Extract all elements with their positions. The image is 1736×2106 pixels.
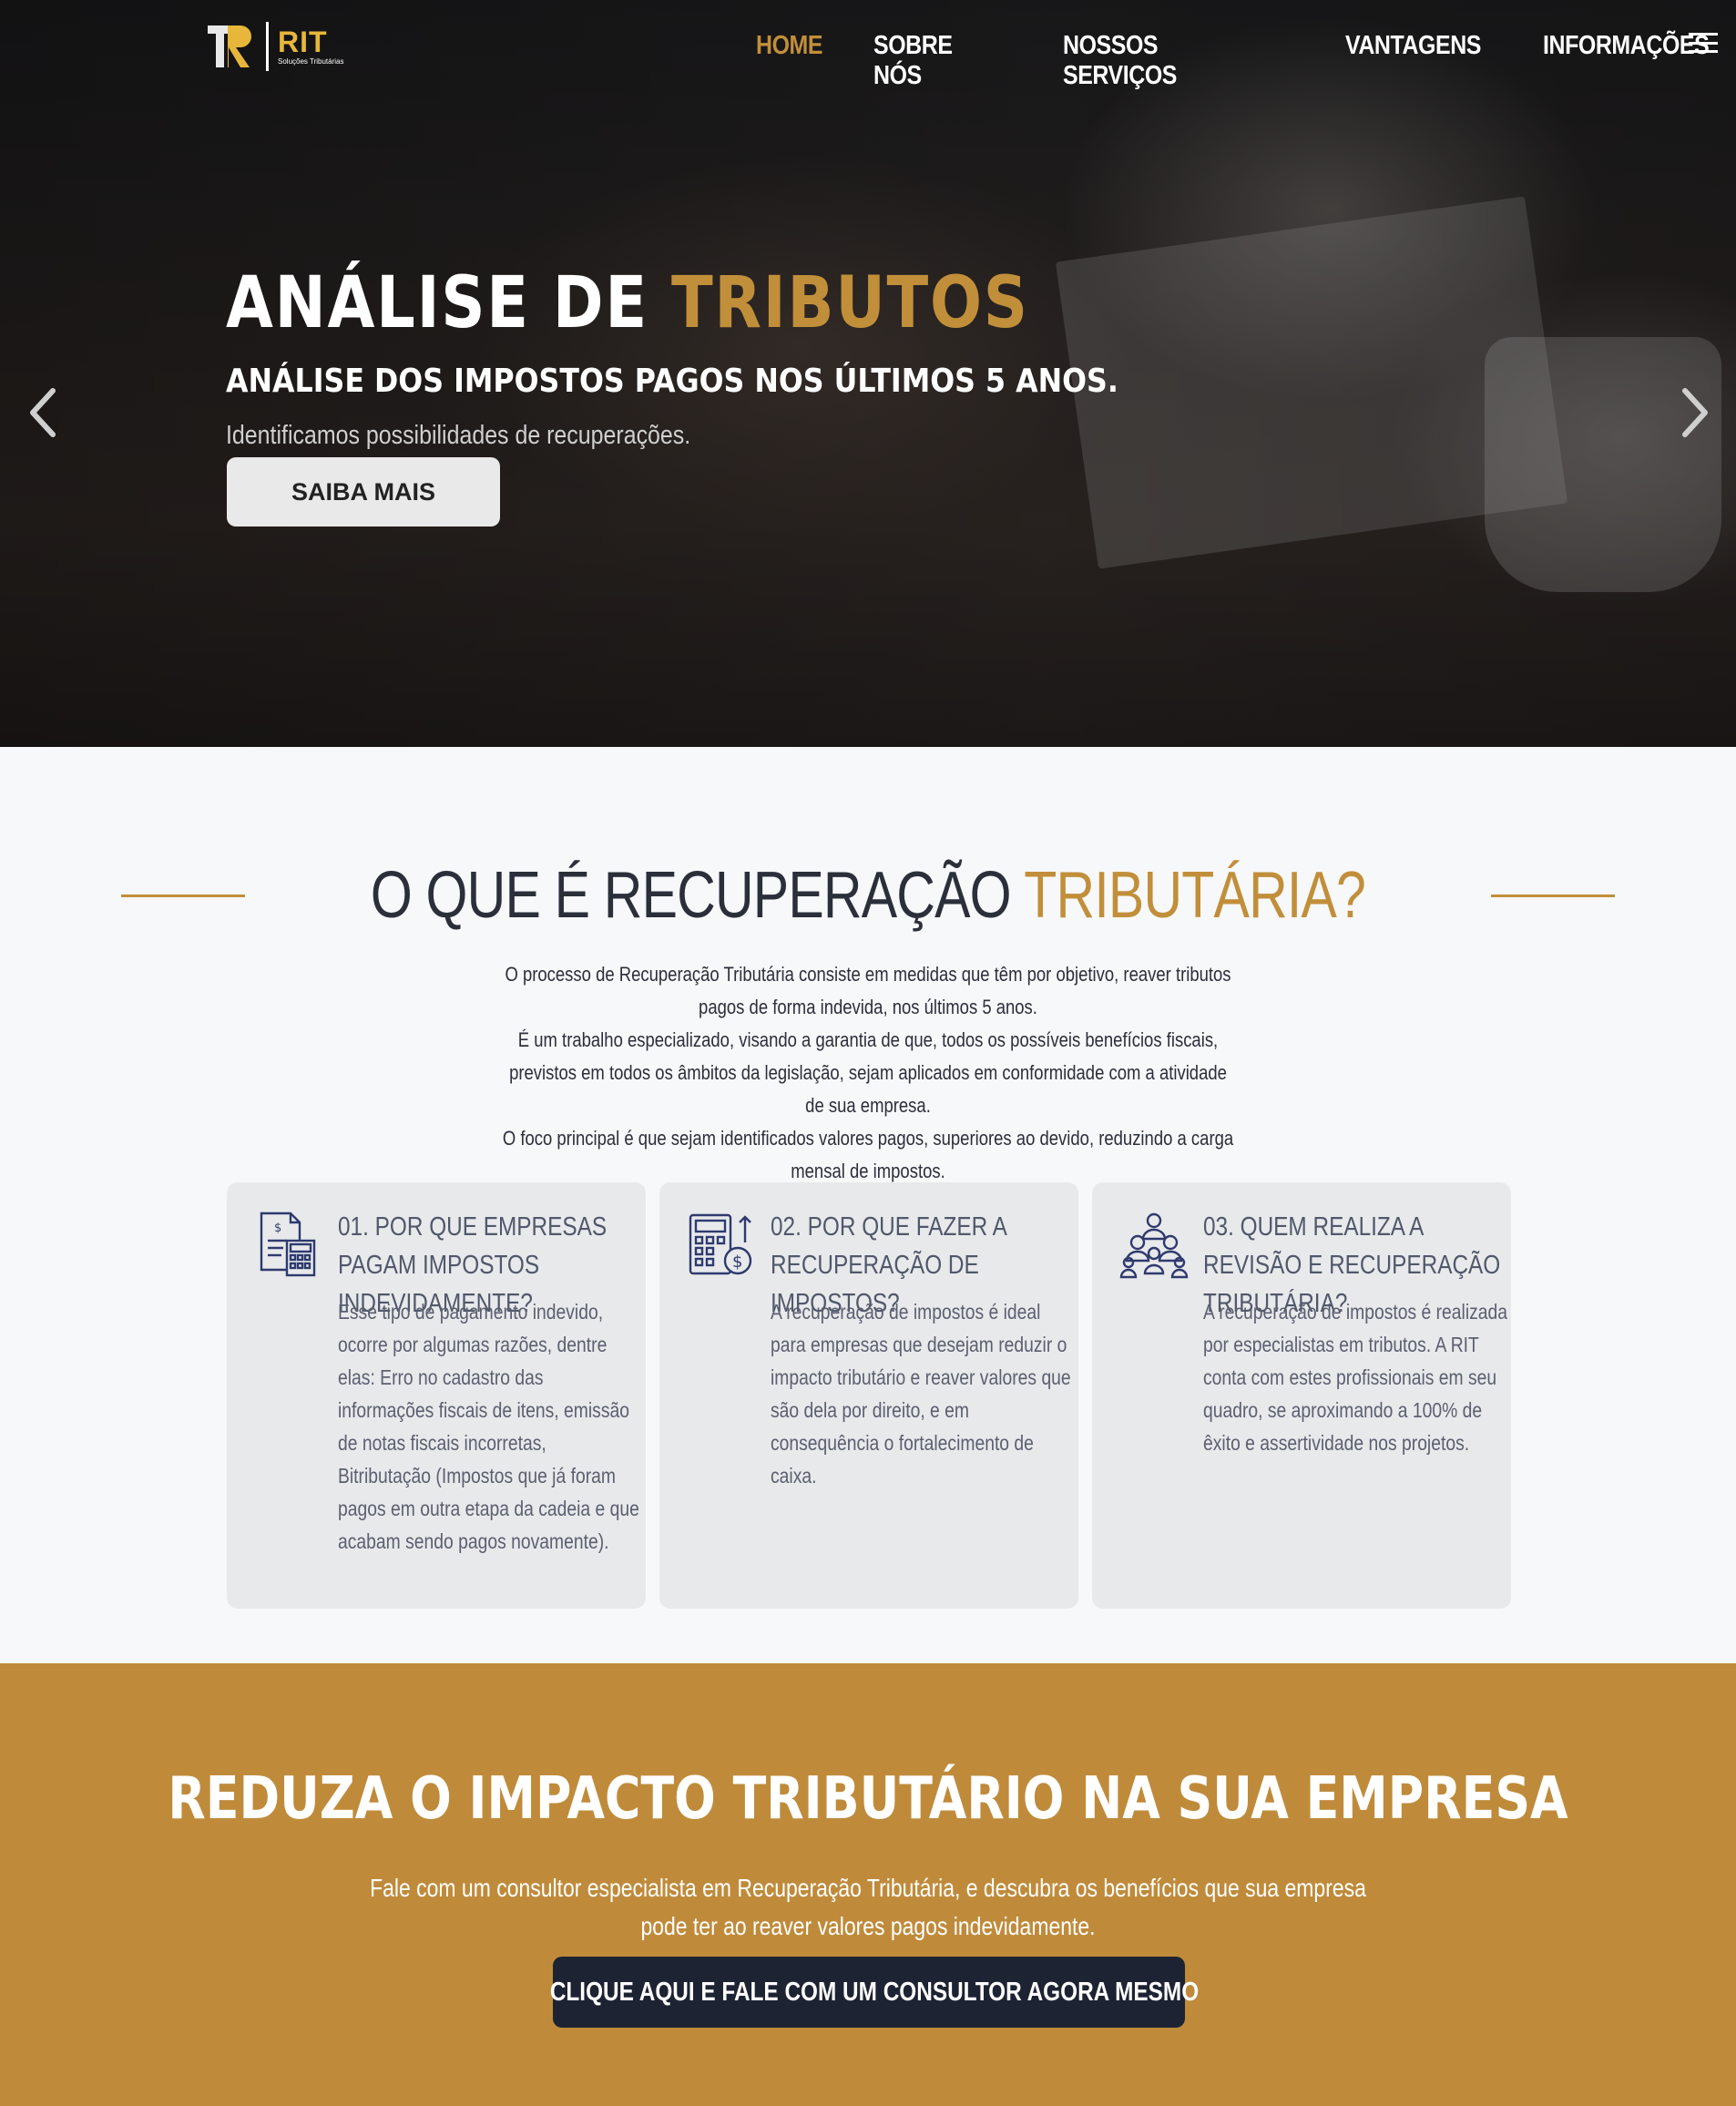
heading-line-left — [121, 894, 246, 897]
recuperacao-section: O QUE É RECUPERAÇÃO TRIBUTÁRIA? O proces… — [0, 747, 1736, 1663]
card-3-text: A recuperação de impostos é realizada po… — [1203, 1300, 1508, 1455]
calculator-money-icon: $ — [687, 1210, 756, 1279]
talk-to-consultant-label: CLIQUE AQUI E FALE COM UM CONSULTOR AGOR… — [549, 1977, 1200, 2007]
nav-item-vantagens[interactable]: VANTAGENS — [1345, 31, 1481, 91]
hero-slider: RIT Soluções Tributárias HOME SOBRE NÓS … — [0, 0, 1736, 747]
intro-paragraph-1: O processo de Recuperação Tributária con… — [505, 963, 1231, 1018]
svg-text:$: $ — [274, 1222, 281, 1235]
info-card-2: $ 02. POR QUE FAZER A RECUPERAÇÃO DE IMP… — [659, 1182, 1078, 1609]
cta-text: Fale com um consultor especialista em Re… — [370, 1874, 1366, 1940]
info-cards: $ 01. POR QUE EMPRESAS PAGAM IMPOSTOS IN… — [227, 1182, 1511, 1609]
card-1-text: Esse tipo de pagamento indevido, ocorre … — [338, 1300, 639, 1553]
hamburger-icon[interactable] — [1689, 33, 1718, 53]
team-people-icon — [1119, 1210, 1189, 1279]
logo-mark-icon — [208, 22, 253, 71]
logo-name: RIT — [278, 26, 328, 58]
hero-title-accent: TRIBUTOS — [670, 262, 1029, 344]
svg-text:$: $ — [732, 1252, 742, 1272]
cta-title: REDUZA O IMPACTO TRIBUTÁRIO NA SUA EMPRE… — [168, 1765, 1568, 1833]
section-intro: O processo de Recuperação Tributária con… — [428, 958, 1308, 1188]
hero-subtitle: ANÁLISE DOS IMPOSTOS PAGOS NOS ÚLTIMOS 5… — [226, 363, 1118, 400]
nav-item-home[interactable]: HOME — [756, 31, 823, 91]
hero-title: ANÁLISE DE TRIBUTOS — [226, 262, 1029, 344]
top-navigation: RIT Soluções Tributárias HOME SOBRE NÓS … — [0, 0, 1736, 95]
info-card-1: $ 01. POR QUE EMPRESAS PAGAM IMPOSTOS IN… — [227, 1182, 646, 1609]
hero-description: Identificamos possibilidades de recupera… — [226, 421, 691, 450]
logo-tagline: Soluções Tributárias — [278, 57, 344, 66]
nav-item-informacoes[interactable]: INFORMAÇÕES — [1543, 31, 1710, 91]
nav-item-nossos-servicos[interactable]: NOSSOS SERVIÇOS — [1063, 31, 1271, 91]
brand-logo[interactable]: RIT Soluções Tributárias — [208, 22, 343, 71]
nav-item-sobre-nos[interactable]: SOBRE NÓS — [873, 31, 1002, 91]
talk-to-consultant-button[interactable]: CLIQUE AQUI E FALE COM UM CONSULTOR AGOR… — [550, 1957, 1199, 2028]
chevron-left-icon[interactable] — [20, 381, 66, 445]
section-heading: O QUE É RECUPERAÇÃO TRIBUTÁRIA? — [0, 858, 1736, 933]
invoice-calculator-icon: $ — [254, 1210, 323, 1279]
main-menu: HOME SOBRE NÓS NOSSOS SERVIÇOS VANTAGENS… — [756, 31, 1736, 91]
intro-paragraph-2: É um trabalho especializado, visando a g… — [509, 1028, 1227, 1117]
page: RIT Soluções Tributárias HOME SOBRE NÓS … — [0, 0, 1736, 2106]
info-card-3: 03. QUEM REALIZA A REVISÃO E RECUPERAÇÃO… — [1092, 1182, 1511, 1609]
cta-section: REDUZA O IMPACTO TRIBUTÁRIO NA SUA EMPRE… — [0, 1663, 1736, 2106]
intro-paragraph-3: O foco principal é que sejam identificad… — [502, 1127, 1234, 1182]
card-2-text: A recuperação de impostos é ideal para e… — [771, 1300, 1071, 1487]
saiba-mais-button[interactable]: SAIBA MAIS — [227, 457, 500, 526]
heading-line-right — [1490, 894, 1615, 897]
chevron-right-icon[interactable] — [1672, 381, 1718, 445]
